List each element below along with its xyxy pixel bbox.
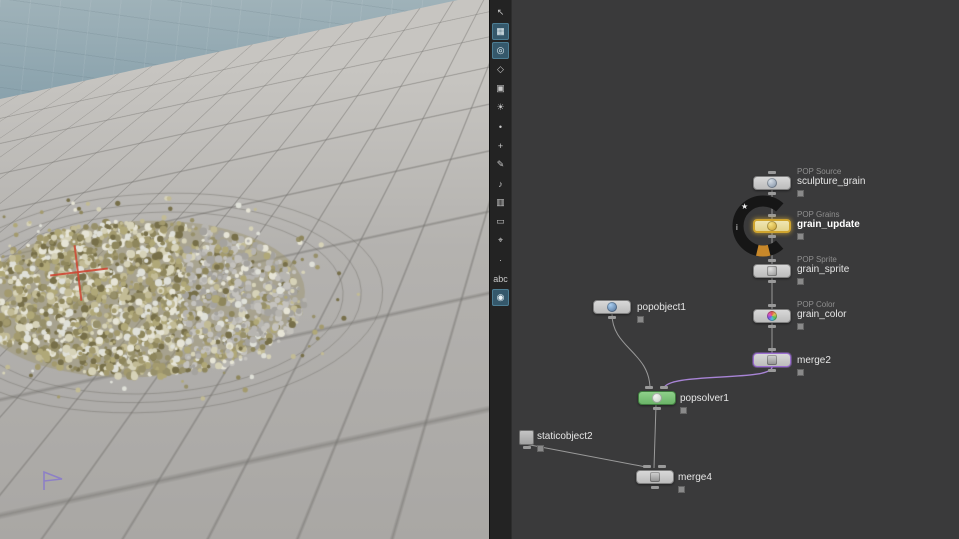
dot-separator-icon[interactable]: • [492,118,509,135]
wire-popsolver1-to-merge4[interactable] [653,404,657,469]
node-staticobject2[interactable] [519,430,534,449]
output-connector[interactable] [653,407,661,410]
node-merge4[interactable] [636,465,674,489]
node-grain-update[interactable] [753,214,791,238]
output-connector[interactable] [768,235,776,238]
node-name[interactable]: sculpture_grain [797,176,865,187]
node-label: POP Grains grain_update [797,210,860,240]
node-name[interactable]: grain_sprite [797,264,849,275]
ruler-icon[interactable]: ▭ [492,213,509,230]
node-name[interactable]: grain_color [797,309,846,320]
output-connector[interactable] [768,325,776,328]
input-connector[interactable] [768,171,776,174]
pop-object-icon [607,302,617,312]
output-connector[interactable] [768,192,776,195]
node-sculpture-grain[interactable] [753,171,791,195]
3d-viewport[interactable] [0,0,489,539]
output-connector[interactable] [768,369,776,372]
application-window: ↖ ▦ ◎ ◇ ▣ ☀ • + ✎ ♪ ▥ ▭ ⌖ · abc ◉ ★ i POP Source [0,0,959,539]
node-name[interactable]: staticobject2 [537,431,593,442]
node-badge [680,407,687,414]
output-connector[interactable] [522,446,531,449]
output-connector[interactable] [651,486,659,489]
box-select-icon[interactable]: ▦ [492,23,509,40]
wire-popobject1-to-popsolver1[interactable] [611,313,651,390]
pen-icon[interactable]: ✎ [492,156,509,173]
node-badge [797,369,804,376]
camera-view-icon[interactable]: ▣ [492,80,509,97]
light-icon[interactable]: ☀ [492,99,509,116]
input-connector[interactable] [768,348,776,351]
viewport-toolbar: ↖ ▦ ◎ ◇ ▣ ☀ • + ✎ ♪ ▥ ▭ ⌖ · abc ◉ [489,0,512,539]
input-connector[interactable] [657,465,666,468]
grain-pile [0,0,489,539]
pop-source-icon [767,178,777,188]
node-label: staticobject2 [537,431,593,452]
input-connector[interactable] [645,386,654,389]
node-label: merge4 [678,472,712,493]
note-icon[interactable]: ♪ [492,175,509,192]
node-type-label: POP Sprite [797,255,837,264]
node-grain-sprite[interactable] [753,259,791,283]
node-type-label: POP Source [797,167,842,176]
handle-icon[interactable]: + [492,137,509,154]
star-flag-icon[interactable]: ★ [741,202,748,211]
node-popsolver1[interactable] [638,386,676,410]
pop-sprite-icon [767,266,777,276]
node-label: merge2 [797,355,831,376]
node-badge [797,233,804,240]
info-flag-icon[interactable]: i [736,223,738,232]
node-label: POP Source sculpture_grain [797,167,865,197]
node-badge [537,445,544,452]
node-name[interactable]: merge2 [797,355,831,366]
input-connector[interactable] [768,259,776,262]
node-type-label: POP Color [797,300,836,309]
node-badge [637,316,644,323]
mirror-icon[interactable]: ▥ [492,194,509,211]
output-connector[interactable] [768,280,776,283]
select-pointer-icon[interactable]: ↖ [492,4,509,21]
input-connector[interactable] [768,214,776,217]
visibility-icon[interactable]: ◉ [492,289,509,306]
pop-grains-icon [767,221,777,231]
node-grain-color[interactable] [753,304,791,328]
node-badge [797,323,804,330]
node-name[interactable]: popobject1 [637,302,686,313]
output-connector[interactable] [608,316,616,319]
text-display-icon[interactable]: abc [492,270,509,287]
node-badge [797,278,804,285]
node-type-label: POP Grains [797,210,840,219]
pop-color-icon [767,311,777,321]
node-badge [797,190,804,197]
wire-merge2-to-popsolver1[interactable] [663,366,773,390]
merge-icon [650,472,660,482]
node-label: popsolver1 [680,393,729,414]
node-label: POP Color grain_color [797,300,846,330]
snap-target-icon[interactable]: ⌖ [492,232,509,249]
merge-icon [767,355,777,365]
node-name[interactable]: popsolver1 [680,393,729,404]
input-connector[interactable] [659,386,668,389]
pop-solver-icon [652,393,662,403]
node-label: POP Sprite grain_sprite [797,255,849,285]
input-connector[interactable] [643,465,652,468]
node-name[interactable]: grain_update [797,219,860,230]
node-merge2[interactable] [753,348,791,372]
node-popobject1[interactable] [593,300,631,319]
lasso-select-icon[interactable]: ◎ [492,42,509,59]
node-name[interactable]: merge4 [678,472,712,483]
node-label: popobject1 [637,302,686,323]
input-connector[interactable] [768,304,776,307]
network-editor[interactable]: ★ i POP Source sculpture_grain POP Grain… [513,0,959,539]
divider-dot-icon[interactable]: · [492,251,509,268]
brush-select-icon[interactable]: ◇ [492,61,509,78]
node-badge [678,486,685,493]
viewport-gizmo-icon [43,470,63,490]
